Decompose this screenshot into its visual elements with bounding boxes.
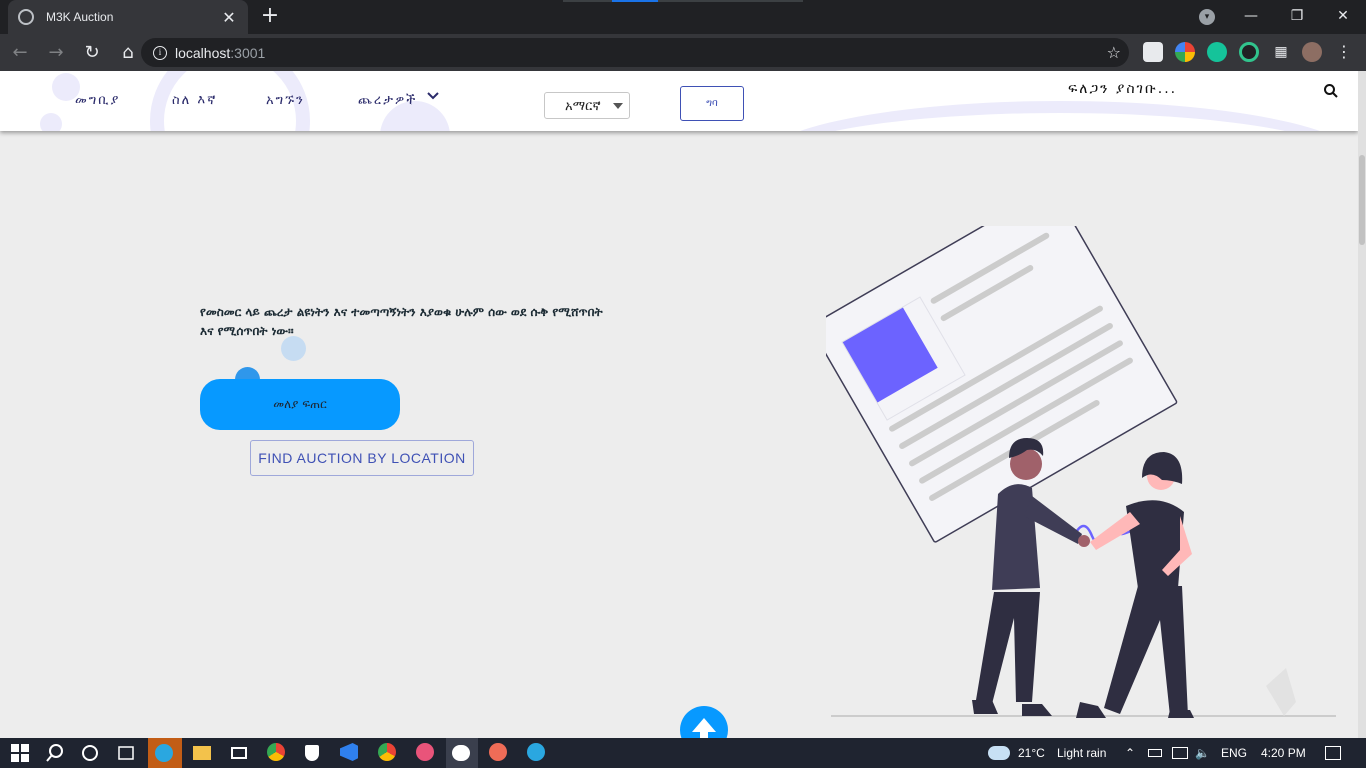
paint-icon[interactable]: [416, 743, 434, 761]
nav-decoration: [760, 101, 1358, 131]
app-icon: [452, 745, 470, 761]
scrollbar-thumb[interactable]: [1359, 155, 1365, 245]
bookmark-star-icon[interactable]: ☆: [1107, 43, 1121, 62]
chrome-icon[interactable]: [267, 743, 285, 761]
tabstrip-top-divider: [563, 0, 803, 2]
file-explorer-icon[interactable]: [193, 746, 211, 760]
clock-time[interactable]: 4:20 PM: [1261, 746, 1306, 760]
extension-w-icon[interactable]: [1143, 42, 1163, 62]
nav-decoration: [40, 113, 62, 131]
extension-ring-icon[interactable]: [1239, 42, 1259, 62]
decorative-dot: [281, 336, 306, 361]
language-selected: አማርኛ: [565, 99, 601, 114]
volume-icon[interactable]: 🔈: [1195, 746, 1210, 760]
nav-link-contact[interactable]: አግኙን: [266, 93, 305, 108]
window-close-icon[interactable]: ✕: [1320, 0, 1366, 34]
scroll-to-top-button[interactable]: [680, 706, 728, 738]
task-view-icon[interactable]: [116, 743, 136, 763]
postman-icon[interactable]: [489, 743, 507, 761]
chevron-down-icon[interactable]: [426, 89, 440, 105]
extension-color-icon[interactable]: [1175, 42, 1195, 62]
weather-temperature[interactable]: 21°C: [1018, 746, 1045, 760]
browser-tabstrip: M3K Auction ✕ + ▾ — ❐ ✕: [0, 0, 1366, 34]
grammarly-icon[interactable]: [1207, 42, 1227, 62]
edge-icon: [155, 744, 173, 762]
tab-title: M3K Auction: [46, 10, 114, 24]
security-icon[interactable]: [305, 745, 319, 761]
nav-link-about[interactable]: ስለ እኛ: [172, 93, 217, 108]
home-icon[interactable]: ⌂: [112, 37, 144, 69]
language-select[interactable]: አማርኛ: [544, 92, 630, 119]
caret-down-icon: [613, 103, 623, 109]
site-navbar: መግቢያ ስለ እኛ አግኙን ጨረታዎች አማርኛ ግባ ፍለጋን ያስገቡ.…: [0, 71, 1358, 131]
windows-start-icon[interactable]: [10, 743, 30, 763]
forward-icon[interactable]: →: [40, 37, 72, 69]
profile-avatar[interactable]: [1302, 42, 1322, 62]
search-input[interactable]: ፍለጋን ያስገቡ...: [1068, 81, 1177, 97]
browser-menu-icon[interactable]: ⋮: [1334, 42, 1354, 62]
windows-taskbar: 21°C Light rain ⌃ 🔈 ENG 4:20 PM: [0, 738, 1366, 768]
tab-close-icon[interactable]: ✕: [220, 8, 238, 27]
reload-icon[interactable]: ↻: [76, 37, 108, 69]
url-port: :3001: [230, 44, 266, 61]
create-account-button[interactable]: መለያ ፍጠር: [200, 379, 400, 430]
browser-toolbar: ← → ↻ ⌂ i localhost:3001 ☆ ▦ ⋮: [0, 34, 1366, 71]
mail-icon[interactable]: [231, 747, 247, 759]
search-taskbar-icon[interactable]: [45, 743, 65, 763]
site-info-icon[interactable]: i: [153, 45, 167, 60]
window-controls: — ❐ ✕: [1228, 0, 1366, 34]
chrome-icon-2[interactable]: [378, 743, 396, 761]
telegram-icon[interactable]: [527, 743, 545, 761]
cortana-icon[interactable]: [80, 743, 100, 763]
network-icon[interactable]: [1172, 747, 1188, 759]
search-icon[interactable]: [1323, 83, 1339, 99]
weather-description[interactable]: Light rain: [1057, 746, 1106, 760]
nav-link-home[interactable]: መግቢያ: [75, 93, 120, 108]
weather-cloud-icon[interactable]: [988, 746, 1010, 760]
notifications-icon[interactable]: [1325, 746, 1341, 760]
url-host: localhost: [175, 44, 231, 61]
back-icon[interactable]: ←: [4, 37, 36, 69]
restore-icon[interactable]: ❐: [1274, 0, 1320, 34]
tray-chevron-up-icon[interactable]: ⌃: [1125, 746, 1135, 760]
address-bar[interactable]: i localhost:3001 ☆: [141, 38, 1129, 67]
handshake-contract-illustration: [826, 226, 1336, 718]
hero-description: የመስመር ላይ ጨረታ ልዩነትን እና ተመጣጣኝነትን እያወቁ ሁሉም …: [200, 305, 603, 338]
url-text: localhost:3001: [175, 45, 265, 61]
page-scrollbar[interactable]: [1358, 71, 1366, 738]
globe-icon: [18, 9, 34, 25]
input-language[interactable]: ENG: [1221, 746, 1247, 760]
tab-search-icon[interactable]: ▾: [1199, 9, 1215, 25]
minimize-icon[interactable]: —: [1228, 0, 1274, 34]
arrow-up-icon: [692, 718, 716, 738]
page-viewport: መግቢያ ስለ እኛ አግኙን ጨረታዎች አማርኛ ግባ ፍለጋን ያስገቡ.…: [0, 71, 1366, 738]
login-button[interactable]: ግባ: [680, 86, 744, 121]
battery-icon[interactable]: [1148, 749, 1162, 757]
new-tab-button[interactable]: +: [258, 4, 282, 28]
tabstrip-top-accent: [612, 0, 658, 2]
vscode-icon[interactable]: [340, 743, 358, 761]
find-auction-by-location-button[interactable]: FIND AUCTION BY LOCATION: [250, 440, 474, 476]
nav-link-auctions[interactable]: ጨረታዎች: [358, 93, 417, 108]
extensions-puzzle-icon[interactable]: ▦: [1271, 42, 1291, 62]
browser-tab[interactable]: M3K Auction ✕: [8, 0, 248, 34]
